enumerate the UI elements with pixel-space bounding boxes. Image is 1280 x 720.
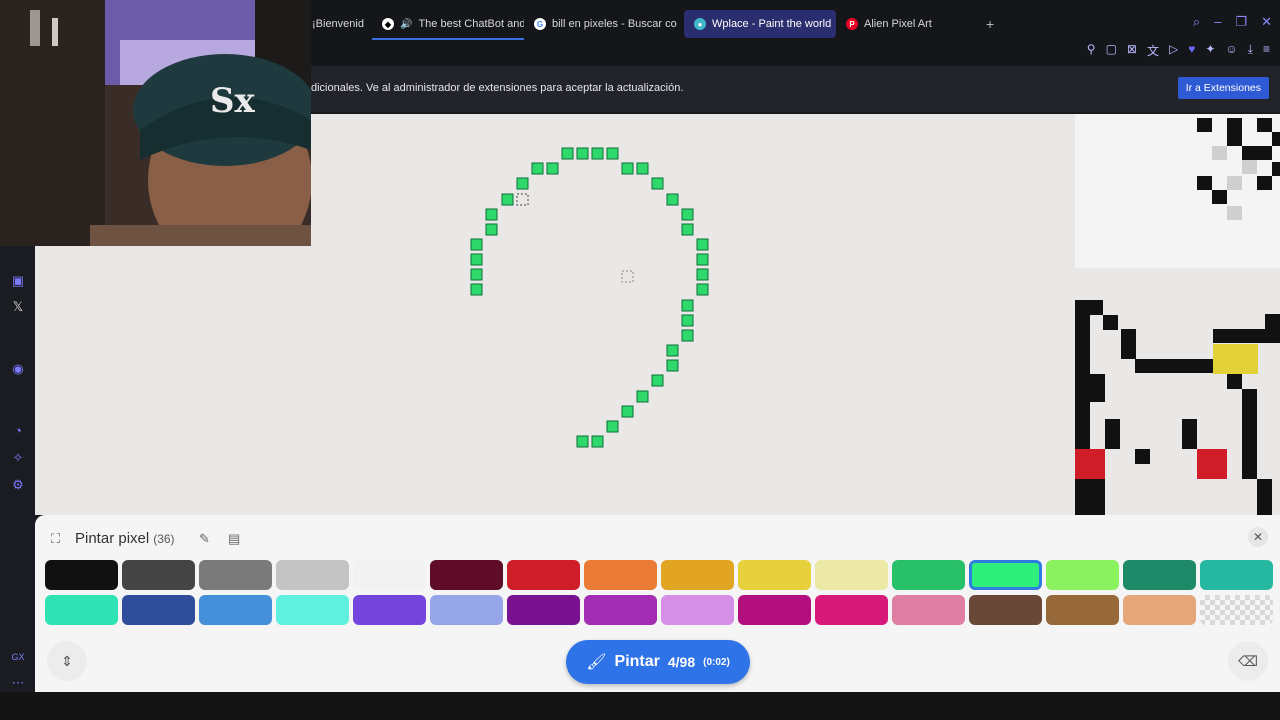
settings-icon[interactable]: ⚙: [9, 476, 27, 494]
heart-icon[interactable]: ♥: [1188, 42, 1195, 59]
snapshot-icon[interactable]: ▢: [1106, 42, 1117, 59]
mouse-pointer-marker: [621, 270, 634, 283]
color-swatch[interactable]: [738, 595, 811, 625]
play-icon[interactable]: ▷: [1169, 42, 1178, 59]
window-controls: ⌕ – ❐ ✕: [1193, 14, 1272, 30]
more-icon[interactable]: ⋯: [9, 674, 27, 692]
pin-icon[interactable]: ⚲: [1087, 42, 1096, 59]
color-swatch[interactable]: [45, 560, 118, 590]
extensions-icon[interactable]: ✦: [1205, 42, 1215, 59]
color-swatch[interactable]: [738, 560, 811, 590]
webcam-overlay: Sx: [0, 0, 311, 246]
download-icon[interactable]: ⤓: [1248, 42, 1253, 59]
browser-toolbar: ⚲ ▢ ⊠ 文 ▷ ♥ ✦ ☺ ⤓ ≡: [1087, 42, 1270, 59]
color-swatch[interactable]: [353, 560, 426, 590]
adblock-icon[interactable]: ⊠: [1127, 42, 1137, 59]
color-swatch[interactable]: [892, 595, 965, 625]
extensions-sidebar-icon[interactable]: ✧: [9, 449, 27, 467]
color-swatch[interactable]: [276, 595, 349, 625]
minimize-icon[interactable]: –: [1214, 14, 1221, 30]
gx-icon[interactable]: GX: [9, 648, 27, 666]
color-swatch[interactable]: [122, 560, 195, 590]
twitch-icon[interactable]: ▣: [9, 272, 27, 290]
wplace-icon: ●: [694, 18, 706, 30]
color-swatch[interactable]: [661, 595, 734, 625]
color-swatch[interactable]: [353, 595, 426, 625]
pinterest-icon: P: [846, 18, 858, 30]
google-icon: G: [534, 18, 546, 30]
expand-panel-button[interactable]: ⇕: [47, 641, 87, 681]
color-swatch[interactable]: [969, 595, 1042, 625]
tab-alien-pixel-art[interactable]: P Alien Pixel Art: [836, 10, 956, 38]
search-icon[interactable]: ⌕: [1193, 14, 1200, 30]
pixel-art-character: [1075, 300, 1280, 515]
translate-icon[interactable]: 文: [1147, 42, 1159, 59]
color-swatch[interactable]: [1046, 595, 1119, 625]
color-swatch[interactable]: [969, 560, 1042, 590]
pixel-count: (36): [153, 532, 175, 546]
color-swatch[interactable]: [276, 560, 349, 590]
taskbar-strip: [0, 692, 1280, 720]
color-swatch[interactable]: [1200, 560, 1273, 590]
tab-chatbot[interactable]: ◆ 🔊 The best ChatBot and: [372, 10, 524, 40]
extension-update-notification: dicionales. Ve al administrador de exten…: [311, 66, 1280, 112]
paint-charges: 4/98: [667, 654, 696, 670]
eraser-button[interactable]: ⌫: [1228, 641, 1268, 681]
color-swatch[interactable]: [661, 560, 734, 590]
new-tab-button[interactable]: +: [986, 16, 994, 32]
menu-icon[interactable]: ≡: [1263, 42, 1270, 59]
color-swatch[interactable]: [507, 595, 580, 625]
palette-icon[interactable]: ▤: [228, 531, 240, 547]
chatbot-icon: ◆: [382, 18, 394, 30]
close-window-icon[interactable]: ✕: [1261, 14, 1272, 30]
color-swatch[interactable]: [815, 595, 888, 625]
close-panel-button[interactable]: ✕: [1248, 527, 1268, 547]
color-swatch[interactable]: [199, 560, 272, 590]
color-swatch[interactable]: [584, 560, 657, 590]
paint-button[interactable]: 🖌 Pintar 4/98 (0:02): [566, 640, 750, 684]
color-swatch[interactable]: [1200, 595, 1273, 625]
fullscreen-icon[interactable]: ⛶: [51, 531, 60, 547]
webcam-image: Sx: [0, 0, 311, 246]
player-icon[interactable]: ◉: [9, 360, 27, 378]
painted-area-white: [1075, 114, 1280, 268]
color-swatch[interactable]: [430, 560, 503, 590]
x-icon[interactable]: 𝕏: [9, 298, 27, 316]
color-swatch[interactable]: [1046, 560, 1119, 590]
profile-icon[interactable]: ☺: [1225, 42, 1237, 59]
paint-timer: (0:02): [703, 656, 730, 668]
paint-panel: ⛶ Pintar pixel (36) ✎ ▤ ✕ ⇕ 🖌 Pintar 4/98…: [35, 515, 1280, 692]
color-swatch[interactable]: [122, 595, 195, 625]
color-swatch[interactable]: [430, 595, 503, 625]
restore-icon[interactable]: ❐: [1235, 14, 1247, 30]
browser-sidebar: ▣ 𝕏 ◉ ◔ ✧ ⚙ GX ⋯: [0, 246, 35, 692]
speaker-icon: 🔊: [400, 18, 413, 30]
color-swatch[interactable]: [199, 595, 272, 625]
tab-google-search[interactable]: G bill en pixeles - Buscar co: [524, 10, 684, 38]
brush-icon: 🖌: [586, 654, 607, 671]
tab-bienvenido[interactable]: ¡Bienvenid: [312, 10, 372, 38]
placed-pixels: [470, 147, 709, 448]
go-to-extensions-button[interactable]: Ir a Extensiones: [1177, 77, 1269, 99]
color-swatch[interactable]: [584, 595, 657, 625]
panel-title: Pintar pixel (36): [75, 530, 175, 547]
color-swatch[interactable]: [1123, 560, 1196, 590]
color-swatch[interactable]: [1123, 595, 1196, 625]
history-icon[interactable]: ◔: [9, 422, 27, 440]
svg-text:Sx: Sx: [210, 81, 256, 121]
notification-text: dicionales. Ve al administrador de exten…: [311, 82, 684, 94]
color-swatch[interactable]: [815, 560, 888, 590]
tab-strip: ¡Bienvenid ◆ 🔊 The best ChatBot and G bi…: [312, 10, 956, 40]
color-swatch[interactable]: [45, 595, 118, 625]
paint-label: Pintar: [614, 653, 660, 670]
color-swatch[interactable]: [892, 560, 965, 590]
color-swatch[interactable]: [507, 560, 580, 590]
pixel-cursor-outline: [516, 193, 529, 206]
pencil-icon[interactable]: ✎: [199, 531, 210, 547]
tab-wplace[interactable]: ● Wplace - Paint the world: [684, 10, 836, 38]
